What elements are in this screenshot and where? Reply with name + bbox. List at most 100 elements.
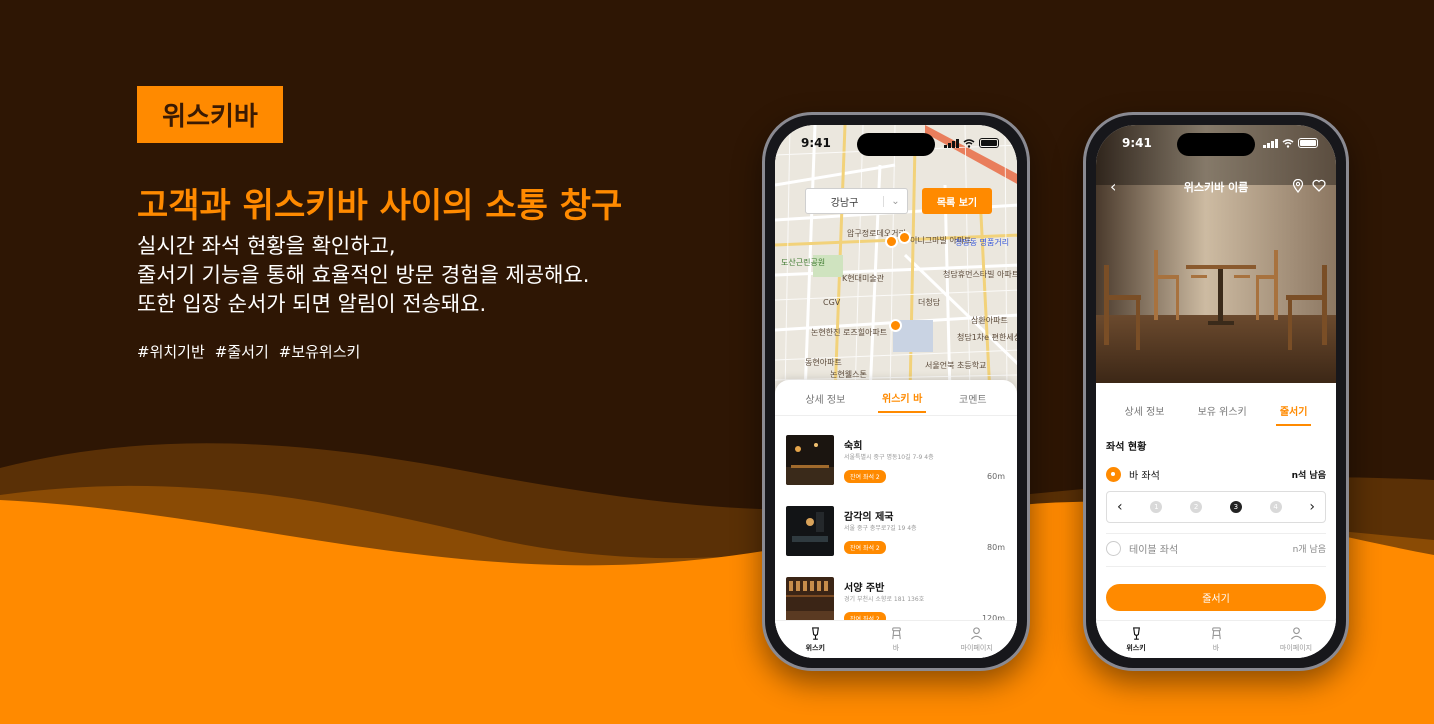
nav-label: 위스키 bbox=[805, 644, 825, 652]
dynamic-island bbox=[1177, 133, 1255, 156]
bar-pin-icon[interactable] bbox=[889, 319, 902, 332]
bar-distance: 60m bbox=[987, 472, 1005, 481]
map-label: K현대미술관 bbox=[842, 274, 885, 283]
chevron-right-icon[interactable]: › bbox=[1309, 499, 1315, 515]
detail-tabs: 상세 정보 위스키 바 코멘트 bbox=[775, 380, 1017, 416]
nav-whisky[interactable]: 위스키 bbox=[1096, 621, 1176, 658]
bar-thumbnail bbox=[786, 506, 834, 556]
user-icon bbox=[971, 627, 983, 640]
phone-screen: 9:41 ‹ 위스키바 이름 상세 정보 보유 위스키 줄서기 좌석 현황 바 … bbox=[1096, 125, 1336, 658]
bar-address: 서울특별시 중구 명동10길 7-9 4층 bbox=[844, 454, 934, 461]
bar-stool-icon bbox=[1211, 627, 1221, 640]
location-pin-icon[interactable] bbox=[1292, 179, 1304, 193]
map-label: 동현아파트 bbox=[805, 358, 842, 367]
map-label: 더청담 bbox=[918, 298, 941, 307]
wifi-icon bbox=[963, 138, 975, 148]
tab-owned-whisky[interactable]: 보유 위스키 bbox=[1194, 395, 1251, 426]
heart-icon[interactable] bbox=[1312, 179, 1326, 192]
tab-detail-info[interactable]: 상세 정보 bbox=[1121, 395, 1169, 426]
top-bar: ‹ 위스키바 이름 bbox=[1096, 175, 1336, 199]
map-label: 청담1차e 편한세상아파트 bbox=[957, 333, 1017, 342]
map-label: 논현웰스톤 bbox=[830, 370, 867, 379]
bar-list-item[interactable]: 감각의 제국 서울 중구 충무로7길 19 4층 잔여 좌석 2 80m bbox=[786, 506, 1005, 558]
nav-label: 위스키 bbox=[1126, 644, 1146, 652]
divider bbox=[1106, 566, 1326, 567]
battery-icon bbox=[979, 138, 999, 148]
remaining-seats-badge: 잔여 좌석 2 bbox=[844, 470, 886, 483]
radio-selected-icon[interactable] bbox=[1106, 466, 1121, 482]
hashtag: #위치기반 bbox=[137, 343, 205, 361]
nav-label: 바 bbox=[1212, 644, 1220, 652]
hashtag: #보유위스키 bbox=[278, 343, 361, 361]
seat-label: 바 좌석 bbox=[1129, 470, 1160, 482]
bar-hero-photo: 9:41 ‹ 위스키바 이름 bbox=[1096, 125, 1336, 383]
bar-distance: 80m bbox=[987, 543, 1005, 552]
map-label: 도산근린공원 bbox=[781, 258, 826, 267]
bar-pin-icon[interactable] bbox=[885, 235, 898, 248]
bar-address: 서울 중구 충무로7길 19 4층 bbox=[844, 525, 917, 532]
nav-label: 바 bbox=[892, 644, 900, 652]
tab-whisky-bar[interactable]: 위스키 바 bbox=[878, 382, 927, 413]
chevron-down-icon: ⌄ bbox=[883, 195, 907, 207]
wifi-icon bbox=[1282, 138, 1294, 148]
description-line: 줄서기 기능을 통해 효율적인 방문 경험을 제공해요. bbox=[137, 263, 590, 287]
nav-label: 마이페이지 bbox=[960, 644, 993, 652]
phone-queue-screen: 9:41 ‹ 위스키바 이름 상세 정보 보유 위스키 줄서기 좌석 현황 바 … bbox=[1083, 112, 1349, 671]
signal-icon bbox=[1263, 138, 1278, 148]
bar-thumbnail bbox=[786, 435, 834, 485]
description: 실시간 좌석 현황을 확인하고, 줄서기 기능을 통해 효율적인 방문 경험을 … bbox=[137, 232, 589, 319]
stepper-option[interactable]: 4 bbox=[1269, 501, 1282, 513]
nav-bar[interactable]: 바 bbox=[856, 621, 937, 658]
map-label: 삼환아파트 bbox=[971, 316, 1008, 325]
signal-icon bbox=[944, 138, 959, 148]
seat-status-title: 좌석 현황 bbox=[1106, 442, 1147, 453]
stepper-option[interactable]: 2 bbox=[1190, 501, 1203, 513]
bar-name: 감각의 제국 bbox=[844, 512, 894, 523]
nav-label: 마이페이지 bbox=[1279, 644, 1313, 652]
battery-icon bbox=[1298, 138, 1318, 148]
stepper-option[interactable]: 1 bbox=[1150, 501, 1163, 513]
party-size-stepper: ‹ 1 2 3 4 › bbox=[1106, 491, 1326, 523]
back-chevron-icon[interactable]: ‹ bbox=[1110, 177, 1116, 196]
seat-option-bar[interactable]: 바 좌석 n석 남음 bbox=[1106, 464, 1326, 484]
district-select-value: 강남구 bbox=[830, 197, 859, 209]
headline: 고객과 위스키바 사이의 소통 창구 bbox=[137, 186, 623, 226]
map-view[interactable]: 압구정로데오거리 이니그마빌 아파트 청담동 명품거리 K현대미술관 도산근린공… bbox=[775, 125, 1017, 395]
bottom-sheet: 상세 정보 위스키 바 코멘트 숙희 서울특별시 중구 명동10길 7-9 4층… bbox=[775, 380, 1017, 658]
whisky-glass-icon bbox=[811, 627, 819, 640]
bar-pin-icon[interactable] bbox=[898, 231, 911, 244]
chevron-left-icon[interactable]: ‹ bbox=[1117, 499, 1123, 515]
bar-name: 숙희 bbox=[844, 441, 863, 452]
radio-unselected-icon[interactable] bbox=[1106, 540, 1121, 556]
phone-map-screen: 9:41 압구정로데오거리 이니그마빌 아파트 청담동 명품거리 K현대미술관 … bbox=[762, 112, 1030, 671]
description-line: 실시간 좌석 현황을 확인하고, bbox=[137, 234, 396, 258]
status-time: 9:41 bbox=[801, 136, 831, 150]
whisky-glass-icon bbox=[1132, 627, 1140, 640]
nav-whisky[interactable]: 위스키 bbox=[775, 621, 856, 658]
map-label: 서울언북 초등학교 bbox=[925, 361, 987, 370]
join-queue-button[interactable]: 줄서기 bbox=[1106, 584, 1326, 611]
bottom-nav: 위스키 바 마이페이지 bbox=[1096, 620, 1336, 658]
nav-bar[interactable]: 바 bbox=[1176, 621, 1256, 658]
seat-remaining: n개 남음 bbox=[1292, 544, 1326, 555]
map-label: CGV bbox=[823, 298, 841, 307]
status-time: 9:41 bbox=[1122, 136, 1152, 150]
seat-remaining: n석 남음 bbox=[1291, 470, 1326, 481]
tab-detail-info[interactable]: 상세 정보 bbox=[801, 383, 849, 412]
bar-list-item[interactable]: 숙희 서울특별시 중구 명동10길 7-9 4층 잔여 좌석 2 60m bbox=[786, 435, 1005, 487]
stepper-option-selected[interactable]: 3 bbox=[1229, 501, 1242, 513]
phone-screen: 9:41 압구정로데오거리 이니그마빌 아파트 청담동 명품거리 K현대미술관 … bbox=[775, 125, 1017, 658]
seat-option-table[interactable]: 테이블 좌석 n개 남음 bbox=[1106, 538, 1326, 558]
user-icon bbox=[1290, 627, 1302, 640]
tab-comment[interactable]: 코멘트 bbox=[955, 383, 991, 412]
category-badge: 위스키바 bbox=[137, 86, 283, 143]
nav-mypage[interactable]: 마이페이지 bbox=[936, 621, 1017, 658]
hashtags: #위치기반 #줄서기 #보유위스키 bbox=[137, 341, 360, 362]
map-label: 논현한진 로즈힐아파트 bbox=[811, 328, 888, 337]
nav-mypage[interactable]: 마이페이지 bbox=[1256, 621, 1336, 658]
tab-queue[interactable]: 줄서기 bbox=[1275, 395, 1312, 426]
bar-stool-icon bbox=[891, 627, 901, 640]
list-view-button[interactable]: 목록 보기 bbox=[922, 188, 992, 214]
district-select[interactable]: 강남구 ⌄ bbox=[805, 188, 908, 214]
seat-label: 테이블 좌석 bbox=[1129, 544, 1179, 556]
